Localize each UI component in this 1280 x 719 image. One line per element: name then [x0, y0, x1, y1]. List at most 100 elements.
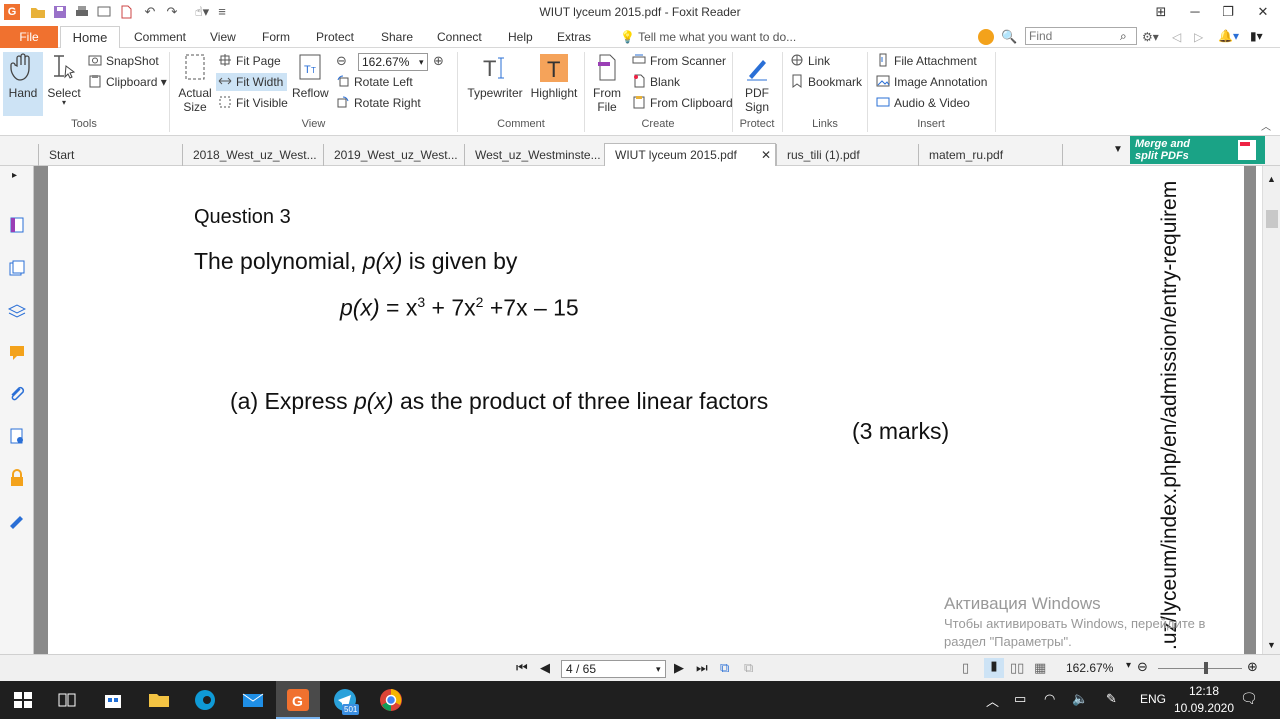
- hand-button[interactable]: Hand: [3, 52, 43, 116]
- security-lock-icon[interactable]: [8, 469, 26, 487]
- search-folder-icon[interactable]: 🔍: [1001, 29, 1017, 45]
- tab-connect[interactable]: Connect: [431, 26, 488, 48]
- previous-page-icon[interactable]: ◀: [540, 660, 550, 676]
- image-annotation-button[interactable]: Image Annotation: [876, 73, 987, 91]
- signatures-icon[interactable]: [8, 427, 26, 445]
- nav-forward-icon[interactable]: ▷: [1194, 30, 1203, 44]
- last-page-icon[interactable]: ⏭: [696, 660, 708, 676]
- collapse-ribbon-icon[interactable]: ︿: [1261, 118, 1271, 133]
- tab-list-dropdown-icon[interactable]: ▼: [1113, 144, 1123, 155]
- merge-split-banner[interactable]: Merge and split PDFs: [1130, 136, 1265, 164]
- rotate-right-button[interactable]: Rotate Right: [336, 94, 421, 112]
- tab-help[interactable]: Help: [502, 26, 539, 48]
- sign-tool-icon[interactable]: [8, 511, 26, 529]
- comments-icon[interactable]: [8, 343, 26, 361]
- zoom-select[interactable]: 162.67% ▾: [358, 53, 428, 71]
- audio-video-button[interactable]: Audio & Video: [876, 94, 970, 112]
- next-page-icon[interactable]: ▶: [674, 660, 684, 676]
- continuous-facing-icon[interactable]: ▦: [1034, 660, 1046, 676]
- clock-time[interactable]: 12:18: [1176, 684, 1232, 698]
- reflow-button[interactable]: TT Reflow: [292, 52, 329, 100]
- action-center-icon[interactable]: 🗨: [1240, 690, 1258, 707]
- close-button[interactable]: ✕: [1248, 2, 1278, 22]
- zoom-in-icon[interactable]: ⊕: [433, 53, 444, 69]
- pages-icon[interactable]: [8, 259, 26, 277]
- doc-tab-rus-tili[interactable]: rus_tili (1).pdf: [776, 144, 918, 166]
- pen-icon[interactable]: ✎: [1106, 691, 1117, 707]
- tab-view[interactable]: View: [204, 26, 242, 48]
- volume-icon[interactable]: 🔈: [1072, 691, 1088, 707]
- actual-size-button[interactable]: Actual Size: [176, 52, 214, 114]
- pdf-sign-button[interactable]: PDF Sign: [738, 52, 776, 114]
- fit-page-button[interactable]: Fit Page: [218, 52, 281, 70]
- doc-tab-west-uz[interactable]: West_uz_Westminste...: [464, 144, 604, 166]
- select-button[interactable]: Select ▾: [46, 52, 82, 107]
- notification-icon[interactable]: 🔔▾: [1218, 29, 1239, 43]
- doc-tab-wiut-lyceum[interactable]: WIUT lyceum 2015.pdf ✕: [604, 143, 776, 166]
- doc-tab-2018[interactable]: 2018_West_uz_West...: [182, 144, 322, 166]
- user-icon[interactable]: ▮▾: [1250, 29, 1263, 43]
- scroll-thumb[interactable]: [1266, 210, 1278, 228]
- tab-home[interactable]: Home: [60, 26, 120, 49]
- scroll-down-icon[interactable]: ▼: [1267, 640, 1276, 650]
- fit-visible-button[interactable]: Fit Visible: [218, 94, 288, 112]
- heart-icon[interactable]: [978, 29, 994, 45]
- link-button[interactable]: Link: [790, 52, 830, 70]
- zoom-out-icon[interactable]: ⊖: [336, 53, 347, 69]
- single-page-icon[interactable]: ▯: [962, 660, 969, 676]
- blank-button[interactable]: Blank: [632, 73, 680, 91]
- zoom-dropdown-icon[interactable]: ▾: [1126, 660, 1131, 671]
- continuous-page-icon[interactable]: ▮: [984, 658, 1004, 678]
- file-explorer-icon[interactable]: [146, 687, 172, 713]
- battery-icon[interactable]: ▭: [1014, 691, 1026, 707]
- tab-form[interactable]: Form: [256, 26, 296, 48]
- find-input[interactable]: Find ⌕: [1025, 27, 1137, 45]
- foxit-taskbar-button[interactable]: G: [276, 681, 320, 719]
- nav-back-icon[interactable]: ◁: [1172, 30, 1181, 44]
- input-language[interactable]: ENG: [1140, 692, 1166, 706]
- doc-tab-2019[interactable]: 2019_West_uz_West...: [323, 144, 463, 166]
- facing-page-icon[interactable]: ▯▯: [1010, 660, 1024, 676]
- highlight-button[interactable]: T Highlight: [529, 52, 579, 100]
- mail-icon[interactable]: [240, 687, 266, 713]
- settings-icon[interactable]: ⚙▾: [1142, 30, 1159, 44]
- task-view-icon[interactable]: [54, 687, 80, 713]
- next-view-icon[interactable]: ⧉: [744, 660, 753, 676]
- fit-width-button[interactable]: Fit Width: [216, 73, 288, 91]
- from-file-button[interactable]: From File: [590, 52, 624, 114]
- doc-tab-start[interactable]: Start: [38, 144, 182, 166]
- previous-view-icon[interactable]: ⧉: [720, 660, 729, 676]
- tab-share[interactable]: Share: [375, 26, 419, 48]
- tray-expand-icon[interactable]: ︿: [986, 691, 999, 710]
- bookmark-button[interactable]: Bookmark: [790, 73, 862, 91]
- snapshot-button[interactable]: SnapShot: [88, 52, 159, 70]
- scroll-up-icon[interactable]: ▲: [1267, 174, 1276, 184]
- close-tab-icon[interactable]: ✕: [761, 144, 771, 166]
- rotate-left-button[interactable]: Rotate Left: [336, 73, 413, 91]
- zoom-slider-track[interactable]: [1158, 668, 1242, 669]
- clipboard-button[interactable]: Clipboard ▾: [88, 73, 167, 91]
- zoom-in-status-icon[interactable]: ⊕: [1247, 659, 1258, 675]
- layers-icon[interactable]: [8, 301, 26, 319]
- attachments-icon[interactable]: [8, 385, 26, 403]
- store-icon[interactable]: [100, 687, 126, 713]
- clock-date[interactable]: 10.09.2020: [1172, 701, 1236, 715]
- minimize-button[interactable]: ─: [1180, 2, 1210, 22]
- typewriter-button[interactable]: T Typewriter: [466, 52, 524, 100]
- page-number-input[interactable]: 4 / 65 ▾: [561, 660, 666, 678]
- search-icon[interactable]: ⌕: [1120, 28, 1127, 44]
- from-clipboard-button[interactable]: From Clipboard: [632, 94, 733, 112]
- network-icon[interactable]: ◠: [1044, 691, 1055, 707]
- tab-file[interactable]: File: [0, 26, 58, 48]
- first-page-icon[interactable]: ⏮: [516, 660, 528, 676]
- page-thumbnails-icon[interactable]: [8, 216, 26, 234]
- chrome-icon[interactable]: [378, 687, 404, 713]
- vertical-scrollbar[interactable]: ▲ ▼: [1262, 166, 1280, 654]
- document-viewer[interactable]: Question 3 The polynomial, p(x) is given…: [34, 166, 1256, 654]
- tell-me-search[interactable]: 💡 Tell me what you want to do...: [614, 26, 802, 48]
- expand-panel-icon[interactable]: ▸: [12, 170, 17, 181]
- edge-browser-icon[interactable]: [192, 687, 218, 713]
- tab-protect[interactable]: Protect: [310, 26, 360, 48]
- tab-comment[interactable]: Comment: [128, 26, 192, 48]
- windows-start-icon[interactable]: [10, 687, 36, 713]
